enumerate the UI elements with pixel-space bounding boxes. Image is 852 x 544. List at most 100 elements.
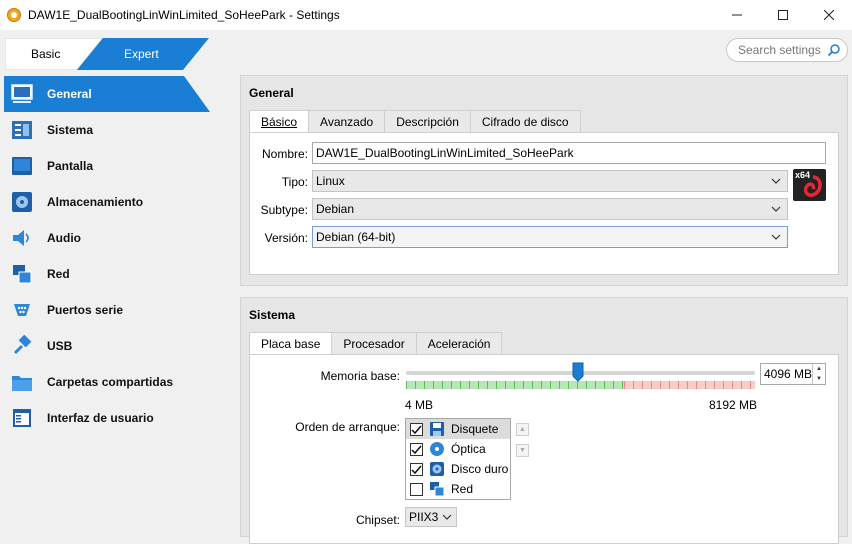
checkbox[interactable] (410, 442, 423, 456)
version-value: Debian (64-bit) (316, 230, 396, 244)
memory-spinbox[interactable]: 4096 MB ▲ ▼ (760, 363, 826, 385)
chevron-down-icon (771, 206, 781, 212)
audio-icon (10, 226, 34, 250)
tab-descripcion[interactable]: Descripción (384, 110, 471, 132)
tab-label: Básico (261, 115, 298, 129)
tab-label: Descripción (396, 114, 459, 129)
type-value: Linux (316, 174, 345, 188)
window-title: DAW1E_DualBootingLinWinLimited_SoHeePark… (28, 8, 340, 22)
boot-order-list: Disquete Óptica Disco duro Red (405, 418, 511, 500)
chipset-label: Chipset: (355, 513, 400, 527)
tab-label: Cifrado de disco (481, 114, 569, 129)
boot-item-label: Óptica (451, 442, 486, 456)
network-icon (10, 262, 34, 286)
memory-stepper[interactable]: ▲ ▼ (812, 364, 825, 384)
memory-slider-handle[interactable] (572, 362, 584, 382)
chevron-down-icon (771, 178, 781, 184)
sidebar-item-carpetas-compartidas[interactable]: Carpetas compartidas (4, 364, 210, 400)
boot-item-label: Red (451, 482, 474, 496)
move-down-button[interactable]: ▼ (516, 444, 529, 457)
memory-max-label: 8192 MB (709, 398, 758, 412)
sidebar-item-almacenamiento[interactable]: Almacenamiento (4, 184, 210, 220)
chevron-down-icon (771, 234, 781, 240)
boot-order-label: Orden de arranque: (295, 420, 400, 434)
sidebar-item-usb[interactable]: USB (4, 328, 210, 364)
display-icon (10, 154, 34, 178)
chevron-down-icon (442, 514, 452, 520)
minimize-button[interactable] (714, 0, 760, 30)
mode-basic-tab[interactable]: Basic (31, 47, 60, 61)
list-item[interactable]: Disco duro (406, 459, 510, 479)
close-button[interactable] (806, 0, 852, 30)
tab-basico[interactable]: Básico (249, 110, 310, 133)
sidebar-item-general[interactable]: General (4, 76, 210, 112)
settings-sidebar: General Sistema Pantalla Almacenamiento … (4, 76, 210, 436)
chevron-down-icon[interactable]: ▼ (816, 376, 822, 382)
tab-avanzado[interactable]: Avanzado (308, 110, 386, 132)
title-bar: DAW1E_DualBootingLinWinLimited_SoHeePark… (0, 0, 852, 30)
sidebar-item-pantalla[interactable]: Pantalla (4, 148, 210, 184)
chipset-select[interactable]: PIIX3 (405, 507, 457, 527)
type-select[interactable]: Linux (312, 170, 788, 192)
sidebar-item-label: Puertos serie (47, 303, 124, 317)
sidebar-item-audio[interactable]: Audio (4, 220, 210, 256)
boot-item-label: Disquete (451, 422, 499, 436)
name-value: DAW1E_DualBootingLinWinLimited_SoHeePark (316, 146, 574, 160)
sidebar-item-puertos-serie[interactable]: Puertos serie (4, 292, 210, 328)
sidebar-item-label: Almacenamiento (47, 195, 144, 209)
maximize-icon (778, 10, 788, 20)
search-settings-input[interactable]: Search settings (726, 38, 848, 62)
usb-icon (10, 334, 34, 358)
search-icon (827, 44, 840, 57)
system-tabs: Placa base Procesador Aceleración (249, 332, 503, 355)
checkbox[interactable] (410, 422, 423, 436)
tab-placa-base[interactable]: Placa base (249, 332, 333, 355)
sidebar-item-label: General (47, 87, 92, 101)
scale-safe-range (406, 381, 624, 389)
chevron-up-icon[interactable]: ▲ (816, 366, 822, 372)
list-item[interactable]: Disquete (406, 419, 510, 439)
sidebar-item-label: Carpetas compartidas (47, 375, 174, 389)
os-type-icon: x64 (793, 169, 826, 201)
mode-switch: Basic Expert (5, 38, 209, 70)
checkbox[interactable] (410, 482, 423, 496)
floppy-icon (429, 421, 445, 437)
active-item-highlight (4, 76, 210, 112)
checkbox[interactable] (410, 462, 423, 476)
section-title: General (249, 86, 294, 100)
memory-min-label: 4 MB (405, 398, 434, 412)
move-up-button[interactable]: ▲ (516, 423, 529, 436)
sidebar-item-label: Sistema (47, 123, 94, 137)
minimize-icon (732, 14, 742, 16)
memory-slider-scale (406, 381, 755, 389)
tab-label: Aceleración (427, 336, 491, 351)
type-label: Tipo: (281, 175, 308, 189)
sidebar-item-label: USB (47, 339, 73, 353)
sidebar-item-interfaz-de-usuario[interactable]: Interfaz de usuario (4, 400, 210, 436)
tab-aceleracion[interactable]: Aceleración (415, 332, 503, 354)
maximize-button[interactable] (760, 0, 806, 30)
list-item[interactable]: Red (406, 479, 510, 499)
general-tabs: Básico Avanzado Descripción Cifrado de d… (249, 110, 581, 133)
storage-icon (10, 190, 34, 214)
sidebar-item-sistema[interactable]: Sistema (4, 112, 210, 148)
tab-cifrado-de-disco[interactable]: Cifrado de disco (469, 110, 581, 132)
subtype-select[interactable]: Debian (312, 198, 788, 220)
shared-folders-icon (10, 370, 34, 394)
sidebar-item-red[interactable]: Red (4, 256, 210, 292)
network-boot-icon (429, 481, 445, 497)
system-icon (10, 118, 34, 142)
version-label: Versión: (264, 231, 308, 245)
os-badge-label: x64 (795, 170, 811, 180)
hard-disk-icon (429, 461, 445, 477)
tab-procesador[interactable]: Procesador (331, 332, 417, 354)
system-section: Sistema Placa base Procesador Aceleració… (240, 297, 848, 544)
name-field[interactable]: DAW1E_DualBootingLinWinLimited_SoHeePark (312, 142, 826, 164)
mode-expert-tab[interactable]: Expert (124, 47, 159, 61)
sidebar-item-label: Pantalla (47, 159, 94, 173)
user-interface-icon (10, 406, 34, 430)
version-select[interactable]: Debian (64-bit) (312, 226, 788, 248)
list-item[interactable]: Óptica (406, 439, 510, 459)
close-icon (824, 10, 834, 20)
boot-item-label: Disco duro (451, 462, 509, 476)
